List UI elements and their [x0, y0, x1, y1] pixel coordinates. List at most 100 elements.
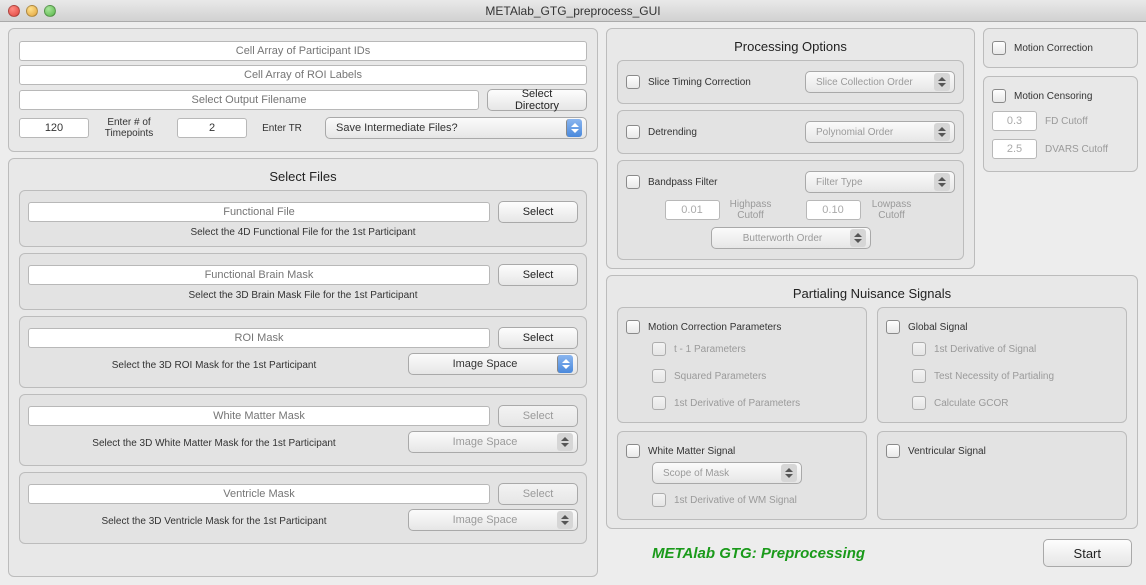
save-intermediate-label: Save Intermediate Files? [336, 122, 458, 134]
highpass-label: Highpass Cutoff [726, 199, 776, 221]
chevron-updown-icon [934, 123, 950, 141]
first-deriv-label: 1st Derivative of Parameters [674, 398, 800, 409]
processing-options-panel: Processing Options Slice Timing Correcti… [606, 28, 975, 269]
gcor-checkbox [912, 396, 926, 410]
global-signal-box: Global Signal 1st Derivative of Signal T… [877, 307, 1127, 423]
vent-signal-checkbox[interactable] [886, 444, 900, 458]
chevron-updown-icon [566, 119, 582, 137]
chevron-updown-icon [557, 511, 573, 529]
test-necessity-checkbox [912, 369, 926, 383]
roi-labels-input[interactable] [19, 65, 587, 85]
roi-image-space-popup[interactable]: Image Space [408, 353, 578, 375]
brain-mask-box: Select Select the 3D Brain Mask File for… [19, 253, 587, 310]
wm-image-space-label: Image Space [419, 436, 551, 448]
butterworth-popup: Butterworth Order [711, 227, 871, 249]
wm-signal-label: White Matter Signal [648, 446, 735, 457]
filter-type-label: Filter Type [816, 177, 863, 188]
vent-mask-hint: Select the 3D Ventricle Mask for the 1st… [28, 516, 400, 527]
slice-timing-checkbox[interactable] [626, 75, 640, 89]
brain-mask-input[interactable] [28, 265, 490, 285]
motion-censoring-panel: Motion Censoring FD Cutoff DVARS Cutoff [983, 76, 1138, 172]
bandpass-box: Bandpass Filter Filter Type Highpass Cut… [617, 160, 964, 260]
output-filename-input[interactable] [19, 90, 479, 110]
roi-mask-input[interactable] [28, 328, 490, 348]
chevron-updown-icon [557, 355, 573, 373]
vent-image-space-popup: Image Space [408, 509, 578, 531]
highpass-input [665, 200, 720, 220]
poly-order-label: Polynomial Order [816, 127, 893, 138]
roi-image-space-label: Image Space [419, 358, 551, 370]
scope-of-mask-popup: Scope of Mask [652, 462, 802, 484]
motion-correction-label: Motion Correction [1014, 43, 1093, 54]
functional-file-input[interactable] [28, 202, 490, 222]
global-signal-checkbox[interactable] [886, 320, 900, 334]
window-titlebar: METAlab_GTG_preprocess_GUI [0, 0, 1146, 22]
squared-label: Squared Parameters [674, 371, 766, 382]
save-intermediate-popup[interactable]: Save Intermediate Files? [325, 117, 587, 139]
partialing-panel: Partialing Nuisance Signals Motion Corre… [606, 275, 1138, 529]
test-necessity-label: Test Necessity of Partialing [934, 371, 1054, 382]
vent-image-space-label: Image Space [419, 514, 551, 526]
vent-mask-select-button: Select [498, 483, 578, 505]
chevron-updown-icon [557, 433, 573, 451]
roi-mask-box: Select Select the 3D ROI Mask for the 1s… [19, 316, 587, 388]
functional-select-button[interactable]: Select [498, 201, 578, 223]
functional-hint: Select the 4D Functional File for the 1s… [28, 227, 578, 238]
chevron-updown-icon [850, 229, 866, 247]
chevron-updown-icon [934, 173, 950, 191]
roi-mask-hint: Select the 3D ROI Mask for the 1st Parti… [28, 360, 400, 371]
vent-signal-box: Ventricular Signal [877, 431, 1127, 520]
close-icon[interactable] [8, 5, 20, 17]
tr-input[interactable] [177, 118, 247, 138]
motion-correction-checkbox[interactable] [992, 41, 1006, 55]
partialing-heading: Partialing Nuisance Signals [617, 286, 1127, 301]
num-timepoints-label: Enter # of Timepoints [99, 117, 159, 139]
select-files-heading: Select Files [19, 169, 587, 184]
scope-of-mask-label: Scope of Mask [663, 468, 729, 479]
lowpass-input [806, 200, 861, 220]
poly-order-popup: Polynomial Order [805, 121, 955, 143]
slice-order-label: Slice Collection Order [816, 77, 913, 88]
brain-mask-select-button[interactable]: Select [498, 264, 578, 286]
wm-mask-box: Select Select the 3D White Matter Mask f… [19, 394, 587, 466]
select-directory-button[interactable]: Select Directory [487, 89, 587, 111]
minimize-icon[interactable] [26, 5, 38, 17]
motion-params-checkbox[interactable] [626, 320, 640, 334]
wm-mask-select-button: Select [498, 405, 578, 427]
vent-signal-label: Ventricular Signal [908, 446, 986, 457]
t1-checkbox [652, 342, 666, 356]
lowpass-label: Lowpass Cutoff [867, 199, 917, 221]
brain-mask-hint: Select the 3D Brain Mask File for the 1s… [28, 290, 578, 301]
deriv-signal-checkbox [912, 342, 926, 356]
wm-signal-checkbox[interactable] [626, 444, 640, 458]
detrending-checkbox[interactable] [626, 125, 640, 139]
butterworth-label: Butterworth Order [722, 233, 844, 244]
vent-mask-input [28, 484, 490, 504]
brand-text: METAlab GTG: Preprocessing [652, 545, 865, 562]
deriv-wm-label: 1st Derivative of WM Signal [674, 495, 797, 506]
bandpass-label: Bandpass Filter [648, 177, 797, 188]
fd-cutoff-input [992, 111, 1037, 131]
motion-censoring-checkbox[interactable] [992, 89, 1006, 103]
wm-mask-input [28, 406, 490, 426]
tr-label: Enter TR [257, 123, 307, 134]
roi-mask-select-button[interactable]: Select [498, 327, 578, 349]
deriv-signal-label: 1st Derivative of Signal [934, 344, 1036, 355]
deriv-wm-checkbox [652, 493, 666, 507]
squared-checkbox [652, 369, 666, 383]
num-timepoints-input[interactable] [19, 118, 89, 138]
participant-ids-input[interactable] [19, 41, 587, 61]
window-controls [8, 5, 56, 17]
start-button[interactable]: Start [1043, 539, 1132, 567]
processing-heading: Processing Options [617, 39, 964, 54]
gcor-label: Calculate GCOR [934, 398, 1008, 409]
zoom-icon[interactable] [44, 5, 56, 17]
bandpass-checkbox[interactable] [626, 175, 640, 189]
filter-type-popup: Filter Type [805, 171, 955, 193]
wm-mask-hint: Select the 3D White Matter Mask for the … [28, 438, 400, 449]
chevron-updown-icon [934, 73, 950, 91]
motion-censoring-label: Motion Censoring [1014, 91, 1092, 102]
select-files-panel: Select Files Select Select the 4D Functi… [8, 158, 598, 577]
functional-file-box: Select Select the 4D Functional File for… [19, 190, 587, 247]
setup-panel: Select Directory Enter # of Timepoints E… [8, 28, 598, 152]
